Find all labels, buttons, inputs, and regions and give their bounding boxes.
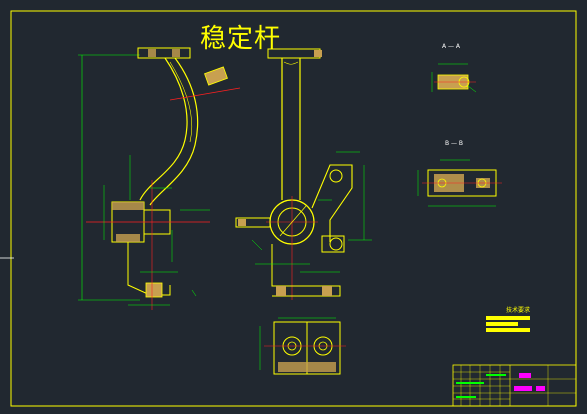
drawing-title: 稳定杆 [200,24,282,54]
section-bb [417,159,502,207]
cad-drawing-canvas[interactable]: 稳定杆 A — A B — B 技术要求 [0,0,587,414]
front-view [235,48,372,300]
section-aa-label: A — A [442,43,461,50]
section-aa [431,63,477,93]
tech-requirements-lines [486,316,530,332]
side-view [78,47,241,310]
drawing-svg [0,10,577,407]
bottom-view [259,317,346,375]
title-block-grid-icon [452,364,577,407]
tech-requirements-heading: 技术要求 [506,307,531,314]
section-bb-label: B — B [445,140,464,147]
